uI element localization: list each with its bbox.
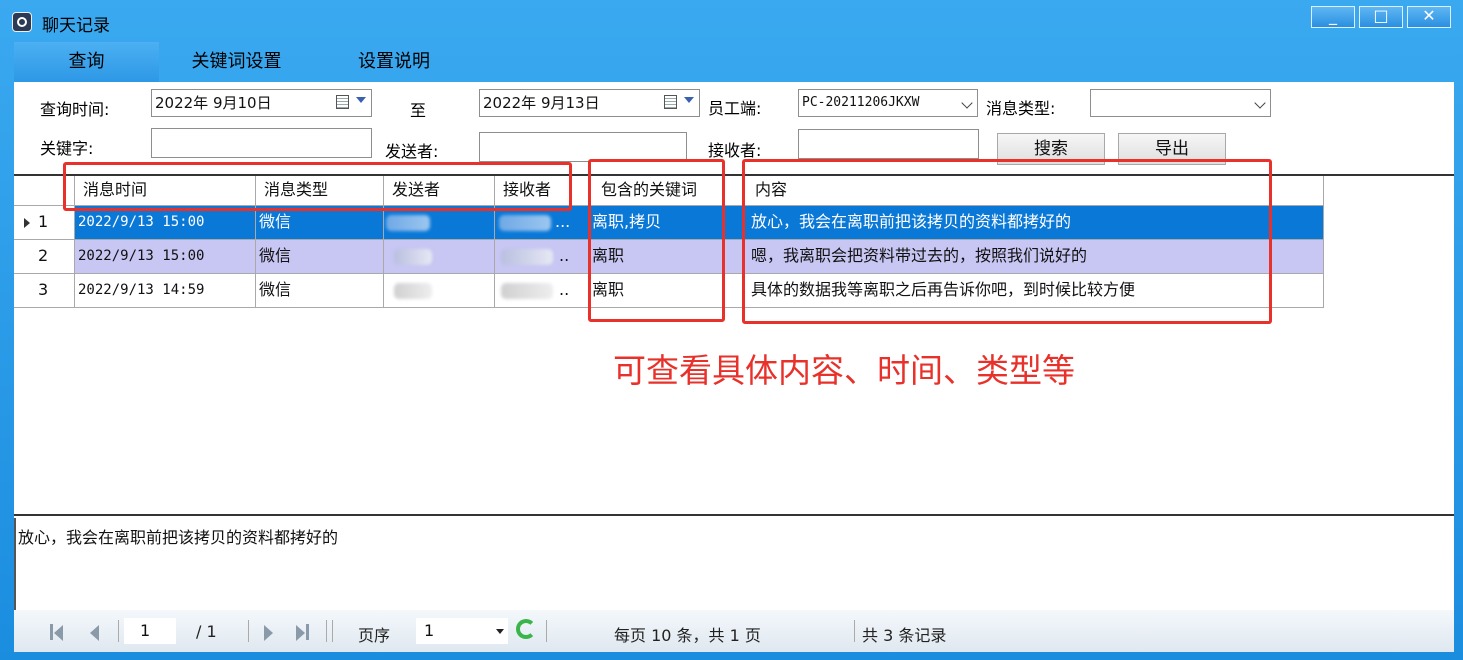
tab-settings-help[interactable]: 设置说明 xyxy=(339,42,449,82)
tab-query[interactable]: 查询 xyxy=(14,42,159,82)
redacted-text xyxy=(501,249,553,265)
cell-receiver[interactable]: .. xyxy=(495,274,589,308)
row-number: 1 xyxy=(38,212,49,231)
last-page-icon[interactable] xyxy=(306,624,309,640)
redacted-text xyxy=(501,283,553,299)
cell-sender[interactable] xyxy=(384,274,495,308)
redacted-text xyxy=(386,215,430,231)
page-order-select[interactable]: 1 xyxy=(416,618,508,644)
annotation-highlight-box xyxy=(588,159,725,322)
last-page-arrow-icon xyxy=(296,625,305,641)
maximize-button[interactable]: □ xyxy=(1359,6,1403,28)
chat-history-window: 聊天记录 _ □ ✕ 查询 关键词设置 设置说明 查询时间: 2022年 9月1… xyxy=(0,0,1463,660)
cell-receiver[interactable]: .. xyxy=(495,240,589,274)
chevron-down-icon xyxy=(1254,97,1266,109)
current-page-input[interactable]: 1 xyxy=(124,618,176,644)
cell-type[interactable]: 微信 xyxy=(256,206,384,240)
message-detail-text: 放心，我会在离职前把该拷贝的资料都拷好的 xyxy=(18,528,339,547)
tab-keyword-settings[interactable]: 关键词设置 xyxy=(174,42,299,82)
row-number-cell[interactable]: 2 xyxy=(14,240,75,274)
title-bar: 聊天记录 _ □ ✕ xyxy=(0,0,1463,42)
dropdown-arrow-icon xyxy=(356,97,366,103)
cell-type[interactable]: 微信 xyxy=(256,274,384,308)
cell-sender[interactable] xyxy=(384,206,495,240)
redacted-text xyxy=(499,215,551,231)
sender-label: 发送者: xyxy=(385,142,439,161)
minimize-button[interactable]: _ xyxy=(1311,6,1355,28)
cell-sender[interactable] xyxy=(384,240,495,274)
message-type-label: 消息类型: xyxy=(986,99,1056,118)
divider xyxy=(248,620,249,642)
cell-time[interactable]: 2022/9/13 14:59 xyxy=(75,274,256,308)
divider xyxy=(854,620,855,642)
query-time-label: 查询时间: xyxy=(40,100,110,119)
divider xyxy=(326,620,327,642)
chevron-down-icon xyxy=(961,97,973,109)
employee-label: 员工端: xyxy=(708,99,762,118)
divider xyxy=(332,620,333,642)
message-detail-area[interactable]: 放心，我会在离职前把该拷贝的资料都拷好的 xyxy=(14,518,1454,610)
to-label: 至 xyxy=(410,101,427,120)
receiver-input[interactable] xyxy=(798,129,979,159)
annotation-text: 可查看具体内容、时间、类型等 xyxy=(613,351,1075,390)
annotation-highlight-box xyxy=(63,162,572,211)
date-to-value: 2022年 9月13日 xyxy=(483,94,600,112)
annotation-highlight-box xyxy=(742,159,1272,324)
employee-select[interactable]: PC-20211206JKXW xyxy=(798,89,978,117)
row-number-cell[interactable]: 1 xyxy=(14,206,75,240)
tab-bar: 查询 关键词设置 设置说明 xyxy=(14,42,1454,82)
first-page-icon[interactable] xyxy=(50,624,53,640)
date-from-picker[interactable]: 2022年 9月10日 xyxy=(151,89,372,117)
app-logo-icon xyxy=(12,12,32,32)
first-page-arrow-icon xyxy=(54,625,63,641)
previous-page-icon[interactable] xyxy=(90,625,99,641)
redacted-text xyxy=(394,283,432,299)
cell-time[interactable]: 2022/9/13 15:00 xyxy=(75,240,256,274)
date-to-picker[interactable]: 2022年 9月13日 xyxy=(479,89,700,117)
close-button[interactable]: ✕ xyxy=(1407,6,1451,28)
window-title: 聊天记录 xyxy=(42,16,110,36)
page-order-label: 页序 xyxy=(358,626,391,645)
per-page-info: 每页 10 条，共 1 页 xyxy=(614,626,761,645)
dropdown-arrow-icon xyxy=(496,629,504,634)
employee-select-value: PC-20211206JKXW xyxy=(802,95,920,110)
divider xyxy=(118,620,119,642)
receiver-ellipsis: .. xyxy=(559,246,570,265)
total-pages-label: / 1 xyxy=(196,622,217,641)
pagination-bar: 1 / 1 页序 1 每页 10 条，共 1 页 共 3 条记录 xyxy=(14,610,1454,652)
page-order-value: 1 xyxy=(424,621,435,640)
cell-receiver[interactable]: ... xyxy=(495,206,589,240)
keyword-input[interactable] xyxy=(151,128,372,158)
keyword-label: 关键字: xyxy=(40,139,94,158)
row-number-cell[interactable]: 3 xyxy=(14,274,75,308)
divider xyxy=(546,620,547,642)
cell-type[interactable]: 微信 xyxy=(256,240,384,274)
current-row-indicator-icon xyxy=(24,218,30,228)
refresh-icon[interactable] xyxy=(516,619,536,639)
date-from-value: 2022年 9月10日 xyxy=(155,94,272,112)
receiver-ellipsis: .. xyxy=(559,280,570,299)
cell-time[interactable]: 2022/9/13 15:00 xyxy=(75,206,256,240)
redacted-text xyxy=(394,249,432,265)
next-page-icon[interactable] xyxy=(264,625,273,641)
receiver-label: 接收者: xyxy=(708,141,762,160)
calendar-icon xyxy=(336,95,349,109)
sender-input[interactable] xyxy=(479,132,687,162)
calendar-icon xyxy=(664,95,677,109)
dropdown-arrow-icon xyxy=(684,97,694,103)
total-records-info: 共 3 条记录 xyxy=(862,626,947,645)
message-type-select[interactable] xyxy=(1090,89,1271,117)
